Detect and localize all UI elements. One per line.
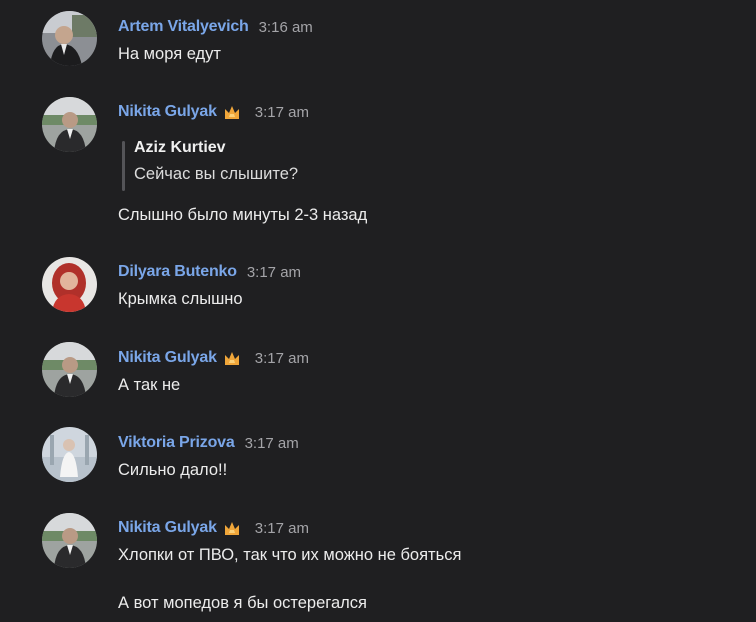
author-name[interactable]: Viktoria Prizova — [118, 434, 235, 452]
message: Nikita Gulyak 3:17 am А так не — [0, 330, 756, 415]
chat-message-list: Artem Vitalyevich 3:16 am На моря едут N… — [0, 0, 756, 622]
timestamp[interactable]: 3:17 am — [255, 350, 309, 367]
quote-author: Aziz Kurtiev — [134, 139, 226, 156]
author-name[interactable]: Nikita Gulyak — [118, 349, 217, 367]
timestamp[interactable]: 3:17 am — [245, 435, 299, 452]
timestamp[interactable]: 3:16 am — [259, 19, 313, 36]
user-photo-icon — [42, 513, 97, 568]
timestamp[interactable]: 3:17 am — [255, 520, 309, 537]
message: Nikita Gulyak 3:17 am Aziz Kurtiev Сейча… — [0, 85, 756, 245]
message-text: Сильно дало!! — [118, 461, 228, 479]
user-photo-icon — [42, 257, 97, 312]
message-text: Хлопки от ПВО, так что их можно не боять… — [118, 546, 462, 564]
avatar[interactable] — [42, 427, 97, 482]
message: Dilyara Butenko 3:17 am Крымка слышно — [0, 245, 756, 330]
quote-text: Сейчас вы слышите? — [134, 165, 299, 183]
message-header: Viktoria Prizova 3:17 am — [118, 432, 299, 454]
author-name[interactable]: Artem Vitalyevich — [118, 18, 249, 36]
author-name[interactable]: Dilyara Butenko — [118, 263, 237, 281]
message-header: Dilyara Butenko 3:17 am — [118, 261, 301, 283]
user-photo-icon — [42, 427, 97, 482]
timestamp[interactable]: 3:17 am — [255, 104, 309, 121]
message: Artem Vitalyevich 3:16 am На моря едут — [0, 0, 756, 85]
crown-badge-icon — [223, 103, 241, 121]
author-name[interactable]: Nikita Gulyak — [118, 103, 217, 121]
message: Viktoria Prizova 3:17 am Сильно дало!! — [0, 415, 756, 500]
reply-quote[interactable]: Aziz Kurtiev Сейчас вы слышите? — [118, 139, 478, 195]
timestamp[interactable]: 3:17 am — [247, 264, 301, 281]
message-text: На моря едут — [118, 45, 221, 63]
message-header: Nikita Gulyak 3:17 am — [118, 347, 309, 369]
avatar[interactable] — [42, 11, 97, 66]
user-photo-icon — [42, 11, 97, 66]
crown-badge-icon — [223, 519, 241, 537]
user-photo-icon — [42, 97, 97, 152]
crown-badge-icon — [223, 349, 241, 367]
avatar[interactable] — [42, 257, 97, 312]
quote-bar — [122, 141, 125, 191]
message-header: Nikita Gulyak 3:17 am — [118, 517, 309, 539]
message-text: А вот мопедов я бы остерегался — [118, 594, 367, 612]
message: Nikita Gulyak 3:17 am Хлопки от ПВО, так… — [0, 500, 756, 622]
avatar[interactable] — [42, 513, 97, 568]
user-photo-icon — [42, 342, 97, 397]
message-header: Artem Vitalyevich 3:16 am — [118, 16, 313, 38]
message-text: Слышно было минуты 2-3 назад — [118, 206, 368, 224]
author-name[interactable]: Nikita Gulyak — [118, 519, 217, 537]
message-header: Nikita Gulyak 3:17 am — [118, 101, 309, 123]
message-text: А так не — [118, 376, 181, 394]
message-text: Крымка слышно — [118, 290, 243, 308]
avatar[interactable] — [42, 97, 97, 152]
avatar[interactable] — [42, 342, 97, 397]
